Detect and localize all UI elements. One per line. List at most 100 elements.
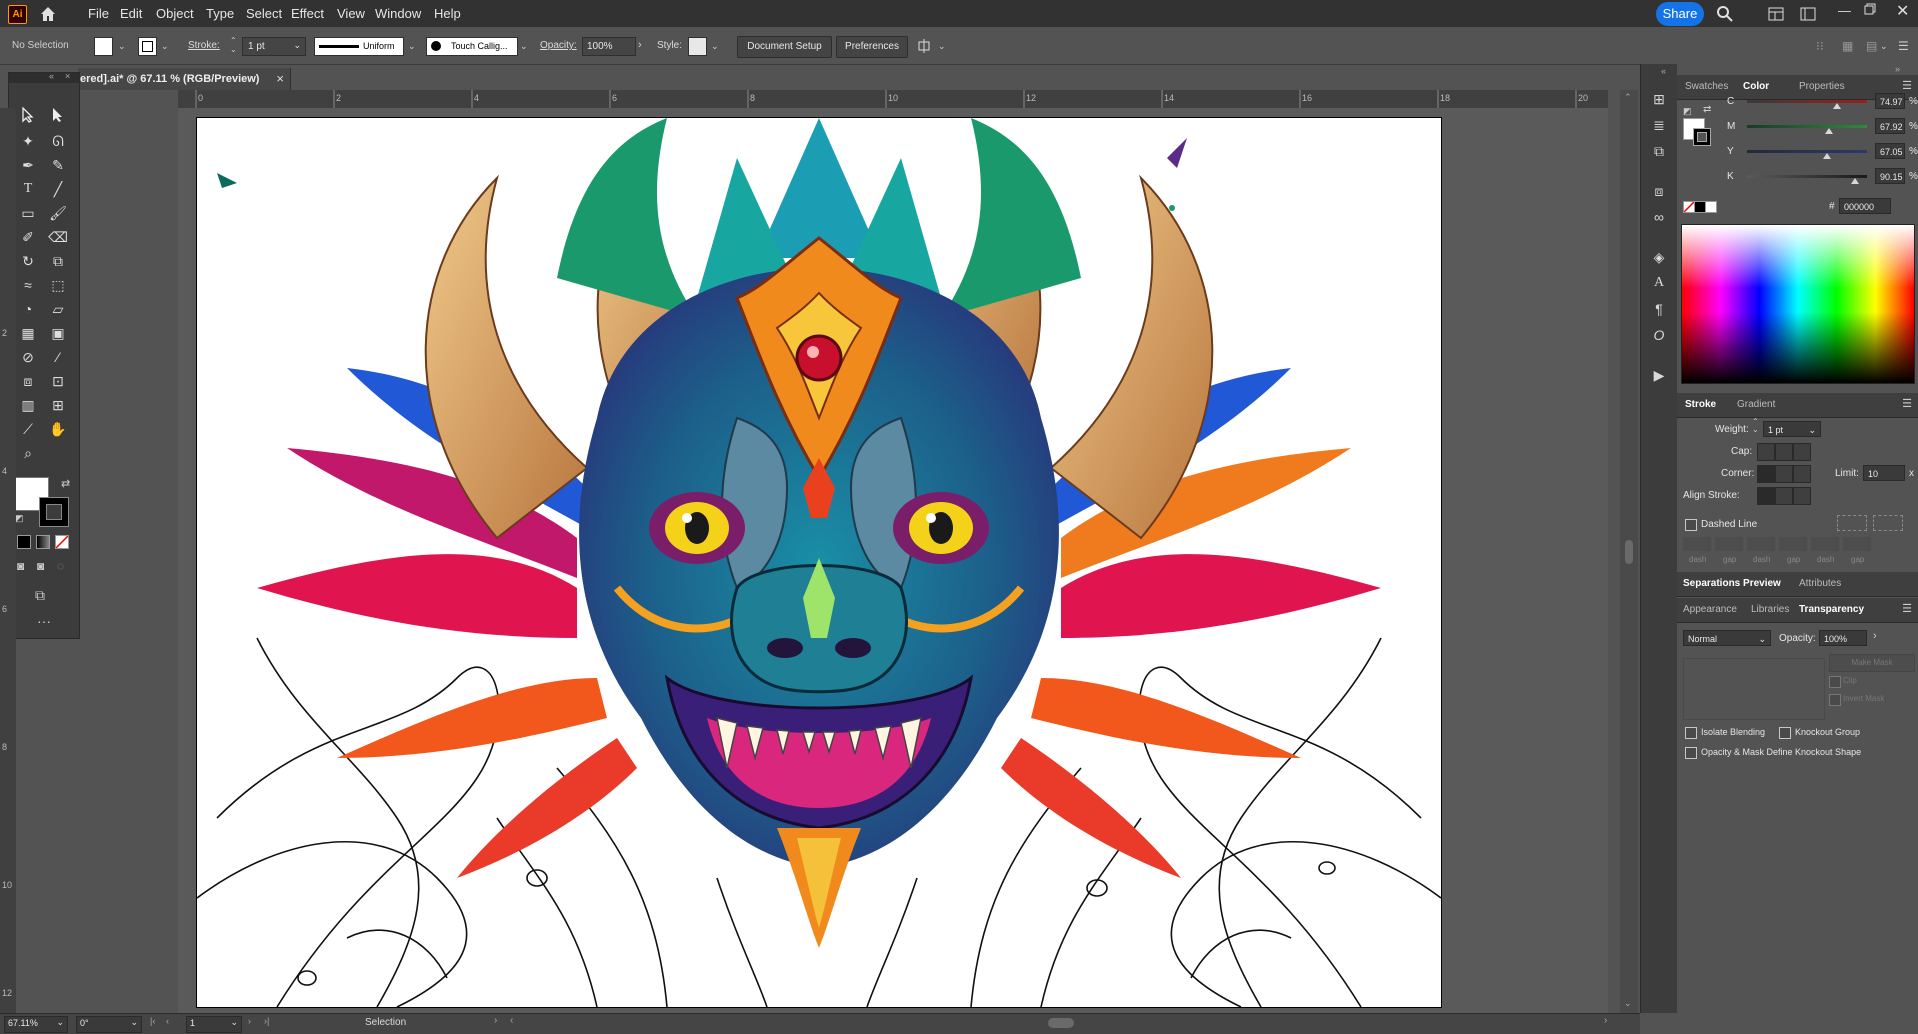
tab-separations-preview[interactable]: Separations Preview <box>1683 578 1781 589</box>
stroke-swatch[interactable] <box>138 37 157 56</box>
menu-object[interactable]: Object <box>156 6 194 21</box>
cyan-slider[interactable] <box>1747 100 1867 103</box>
close-tab-icon[interactable]: × <box>276 71 284 86</box>
color-mode-icon[interactable] <box>17 535 31 549</box>
last-artboard-icon[interactable]: ›| <box>264 1016 269 1026</box>
magenta-slider[interactable] <box>1747 125 1867 128</box>
eyedropper-tool-icon[interactable]: ⊘ <box>17 347 39 367</box>
transparency-opacity-arrow-icon[interactable]: › <box>1873 630 1877 642</box>
default-colors-icon[interactable]: ◩ <box>15 513 24 524</box>
bevel-join-icon[interactable] <box>1793 465 1811 483</box>
pathfinder-icon[interactable]: ⧉ <box>1650 142 1668 160</box>
control-menu-icon[interactable]: ☰ <box>1898 39 1909 53</box>
assets-icon[interactable]: ⊞ <box>1650 90 1668 108</box>
menu-type[interactable]: Type <box>206 6 234 21</box>
tab-appearance[interactable]: Appearance <box>1683 604 1737 615</box>
butt-cap-icon[interactable] <box>1757 443 1775 461</box>
shape-builder-tool-icon[interactable]: ◔ <box>17 299 39 319</box>
align-outside-icon[interactable] <box>1793 487 1811 505</box>
round-join-icon[interactable] <box>1775 465 1793 483</box>
document-setup-button[interactable]: Document Setup <box>737 36 832 58</box>
line-tool-icon[interactable]: ╱ <box>47 179 69 199</box>
graph-tool-icon[interactable]: ▥ <box>17 395 39 415</box>
collapse-toolbar-icon[interactable]: « <box>49 71 54 81</box>
fill-dropdown-icon[interactable]: ⌄ <box>118 41 126 52</box>
yellow-slider[interactable] <box>1747 150 1867 153</box>
tab-gradient[interactable]: Gradient <box>1737 399 1775 410</box>
define-knockout-checkbox[interactable] <box>1685 747 1697 759</box>
tab-attributes[interactable]: Attributes <box>1799 578 1841 589</box>
search-icon[interactable] <box>1716 5 1734 26</box>
scale-tool-icon[interactable]: ⧉ <box>47 251 69 271</box>
black-slider-thumb[interactable] <box>1851 178 1859 184</box>
actions-icon[interactable]: ▶ <box>1650 366 1668 384</box>
artboard[interactable] <box>196 117 1442 1008</box>
artboard-number-field[interactable]: 1 ⌄ <box>186 1016 242 1033</box>
stroke-color-swatch[interactable] <box>39 497 69 527</box>
menu-window[interactable]: Window <box>375 6 421 21</box>
weight-stepper-icon[interactable]: ⌃ ⌄ <box>1752 418 1759 434</box>
brush-dropdown-icon[interactable]: ⌄ <box>520 41 528 52</box>
limit-field[interactable]: 10 <box>1863 465 1905 481</box>
isolate-blending-checkbox[interactable] <box>1685 727 1697 739</box>
artboard-tool-icon[interactable]: ⊞ <box>47 395 69 415</box>
hand-tool-icon[interactable]: ✋ <box>47 419 69 439</box>
profile-dropdown-icon[interactable]: ⌄ <box>408 41 416 52</box>
status-menu-icon[interactable]: › <box>494 1015 497 1026</box>
collapse-dock-icon[interactable]: » <box>1895 64 1900 74</box>
paintbrush-tool-icon[interactable]: 🖌 <box>47 203 69 223</box>
symbol-sprayer-tool-icon[interactable]: ⊡ <box>47 371 69 391</box>
black-slider[interactable] <box>1747 175 1867 178</box>
tab-libraries[interactable]: Libraries <box>1751 604 1789 615</box>
vertical-scrollbar[interactable]: ⌃ ⌄ <box>1620 90 1638 1013</box>
make-mask-button[interactable]: Make Mask <box>1829 654 1915 672</box>
black-value[interactable]: 90.15 <box>1875 168 1905 184</box>
style-swatch[interactable] <box>688 37 707 56</box>
align-dropdown-icon[interactable]: ⌄ <box>938 41 946 52</box>
stroke-stepper-icon[interactable]: ⌃ ⌄ <box>230 36 237 54</box>
opacity-label[interactable]: Opacity: <box>540 40 577 51</box>
stroke-profile-select[interactable]: Uniform <box>314 37 404 56</box>
yellow-value[interactable]: 67.05 <box>1875 143 1905 159</box>
align-center-icon[interactable] <box>1757 487 1775 505</box>
menu-help[interactable]: Help <box>434 6 461 21</box>
fill-swatch[interactable] <box>94 37 113 56</box>
transparency-opacity-field[interactable]: 100% <box>1819 630 1867 646</box>
dash-preserve-icon[interactable] <box>1837 515 1867 531</box>
tab-color[interactable]: Color <box>1743 81 1769 92</box>
panel-layout-icon[interactable] <box>1800 7 1816 24</box>
scroll-left-icon[interactable]: ‹ <box>510 1015 513 1026</box>
eraser-tool-icon[interactable]: ⌫ <box>47 227 69 247</box>
round-cap-icon[interactable] <box>1775 443 1793 461</box>
weight-field[interactable]: 1 pt ⌄ <box>1763 421 1821 437</box>
zoom-tool-icon[interactable]: ⌕ <box>17 443 39 463</box>
next-artboard-icon[interactable]: › <box>248 1016 251 1026</box>
magic-wand-tool-icon[interactable]: ✦ <box>17 131 39 151</box>
clip-checkbox[interactable] <box>1829 676 1841 688</box>
blend-tool-icon[interactable]: ⧈ <box>17 371 39 391</box>
draw-inside-icon[interactable]: ◌ <box>57 559 64 573</box>
preferences-button[interactable]: Preferences <box>836 36 908 58</box>
screen-mode-icon[interactable]: ⧉ <box>35 587 45 604</box>
dashed-line-checkbox[interactable] <box>1685 519 1697 531</box>
swap-fill-stroke-icon[interactable]: ⇄ <box>61 477 70 490</box>
close-window-icon[interactable]: ✕ <box>1896 1 1909 21</box>
style-dropdown-icon[interactable]: ⌄ <box>711 41 719 52</box>
tab-swatches[interactable]: Swatches <box>1685 81 1728 92</box>
magenta-value[interactable]: 67.92 <box>1875 118 1905 134</box>
yellow-slider-thumb[interactable] <box>1823 153 1832 159</box>
panel-stroke-swatch[interactable] <box>1693 128 1711 146</box>
prev-artboard-icon[interactable]: ‹ <box>166 1016 169 1026</box>
menu-select[interactable]: Select <box>246 6 282 21</box>
cyan-value[interactable]: 74.97 <box>1875 93 1905 109</box>
scroll-right-icon[interactable]: › <box>1604 1015 1607 1026</box>
curvature-tool-icon[interactable]: ✎ <box>47 155 69 175</box>
opacity-arrow-icon[interactable]: › <box>638 39 642 51</box>
gradient-mode-icon[interactable] <box>36 535 50 549</box>
rotation-field[interactable]: 0° ⌄ <box>76 1016 142 1033</box>
draw-normal-icon[interactable]: ◙ <box>17 559 24 573</box>
color-panel-menu-icon[interactable]: ☰ <box>1902 79 1912 92</box>
blend-mode-select[interactable]: Normal ⌄ <box>1683 630 1771 646</box>
stroke-label[interactable]: Stroke: <box>188 40 220 51</box>
home-icon[interactable] <box>38 4 58 24</box>
